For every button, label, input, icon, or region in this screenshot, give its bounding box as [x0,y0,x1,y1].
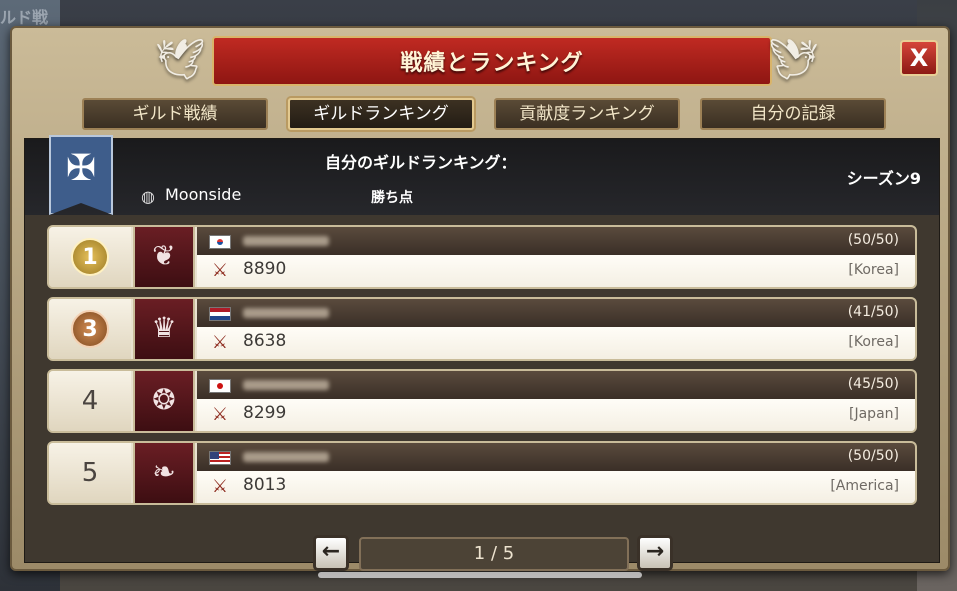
ranking-content: ✠ 自分のギルドランキング： ◍ Moonside 勝ち点 シーズン9 1 ❦ … [24,135,940,571]
member-count: (50/50) [847,232,899,248]
flag-korea-icon [209,235,231,249]
ranking-row[interactable]: 4 ❂ (45/50) ⚔ 8299 [Japan] [47,369,917,433]
rank-cell: 3 [49,299,131,359]
tab-contribution-ranking[interactable]: 貢献度ランキング [494,98,680,130]
guild-name-hidden [243,236,329,246]
guild-region: [America] [830,478,899,494]
flag-usa-icon [209,451,231,465]
guild-crest-icon: ❦ [133,227,195,287]
row-header: (45/50) [197,371,915,399]
my-ranking-title: 自分のギルドランキング： [325,153,517,172]
ranking-row[interactable]: 3 ♛ (41/50) ⚔ 8638 [Korea] [47,297,917,361]
guild-name-hidden [243,308,329,318]
tab-guild-record[interactable]: ギルド戦績 [82,98,268,130]
crossed-swords-icon: ⚔ [211,476,229,497]
guild-region: [Japan] [849,406,899,422]
rank-cell: 1 [49,227,131,287]
my-guild-ranking-header: ✠ 自分のギルドランキング： ◍ Moonside 勝ち点 シーズン9 [25,135,939,215]
crossed-swords-icon: ⚔ [211,260,229,281]
guild-crest-icon: ♛ [133,299,195,359]
flag-japan-icon [209,379,231,393]
guild-emblem-icon: ✠ [49,135,113,215]
guild-name-hidden [243,380,329,390]
ranking-row[interactable]: 1 ❦ (50/50) ⚔ 8890 [Korea] [47,225,917,289]
window-title-banner: 戦績とランキング [212,36,772,86]
my-guild-name: Moonside [165,185,242,204]
guild-score: 8890 [243,259,287,279]
guild-crest-icon: ❂ [133,371,195,431]
window-title: 戦績とランキング [400,51,584,76]
row-body: ⚔ 8890 [Korea] [197,255,915,287]
guild-score: 8013 [243,475,287,495]
previous-page-button[interactable]: ← [313,535,349,571]
crossed-swords-icon: ⚔ [211,332,229,353]
guild-score: 8638 [243,331,287,351]
background-title: ルド戦 [0,8,49,27]
row-header: (41/50) [197,299,915,327]
tab-bar: ギルド戦績 ギルドランキング 貢献度ランキング 自分の記録 [26,96,936,134]
gold-medal-icon: 1 [71,238,109,276]
row-body: ⚔ 8299 [Japan] [197,399,915,431]
row-header: (50/50) [197,227,915,255]
close-button[interactable]: X [900,40,938,76]
tab-guild-ranking[interactable]: ギルドランキング [288,98,474,130]
ranking-list[interactable]: 1 ❦ (50/50) ⚔ 8890 [Korea] 3 ♛ (41/50) ⚔… [47,225,919,515]
flag-netherlands-icon [209,307,231,321]
rank-number: 5 [49,443,131,503]
page-indicator: 1 / 5 [359,537,629,571]
guild-crest-icon: ❧ [133,443,195,503]
bronze-medal-icon: 3 [71,310,109,348]
ranking-row[interactable]: 5 ❧ (50/50) ⚔ 8013 [America] [47,441,917,505]
member-count: (50/50) [847,448,899,464]
next-page-button[interactable]: → [637,535,673,571]
globe-icon: ◍ [141,187,155,206]
dove-ornament-icon: 🕊 [154,37,206,83]
row-body: ⚔ 8638 [Korea] [197,327,915,359]
crossed-swords-icon: ⚔ [211,404,229,425]
points-label: 勝ち点 [371,190,413,206]
dove-ornament-icon: 🕊 [768,37,820,83]
row-body: ⚔ 8013 [America] [197,471,915,503]
guild-name-hidden [243,452,329,462]
rank-number: 4 [49,371,131,431]
row-header: (50/50) [197,443,915,471]
member-count: (45/50) [847,376,899,392]
tab-my-record[interactable]: 自分の記録 [700,98,886,130]
home-indicator[interactable] [318,572,642,578]
guild-region: [Korea] [848,334,899,350]
member-count: (41/50) [847,304,899,320]
guild-score: 8299 [243,403,287,423]
season-label: シーズン9 [846,169,921,188]
rankings-window: 🕊 戦績とランキング 🕊 X ギルド戦績 ギルドランキング 貢献度ランキング 自… [10,26,950,571]
guild-region: [Korea] [848,262,899,278]
